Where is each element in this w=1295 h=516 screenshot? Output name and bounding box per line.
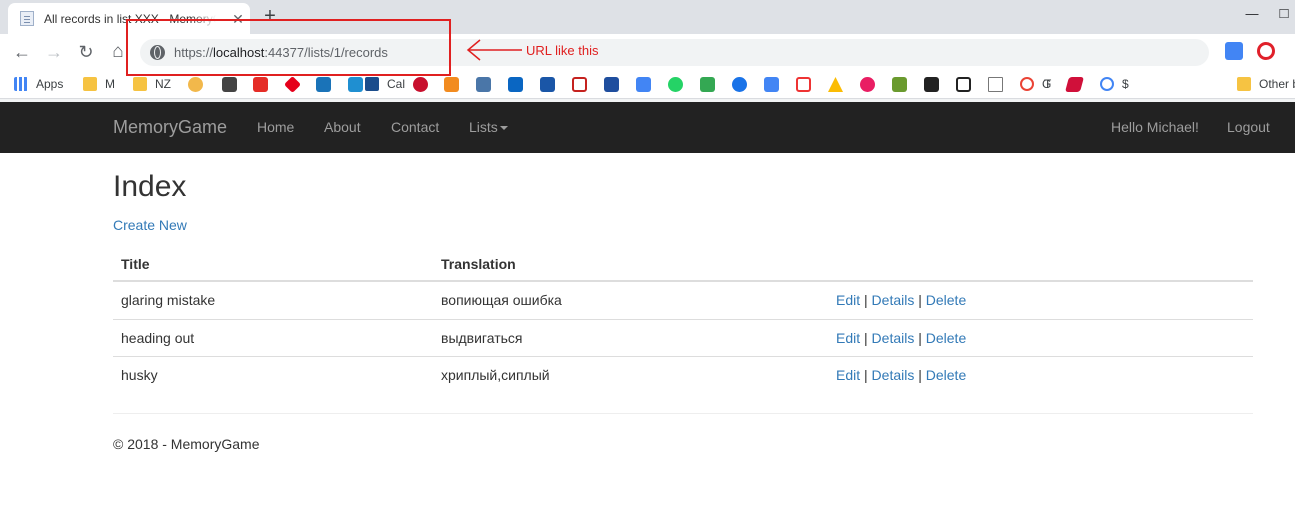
google-icon — [1020, 77, 1034, 91]
bookmark-icon[interactable] — [924, 77, 939, 92]
bookmark-cal[interactable]: Cal — [365, 77, 405, 93]
nav-lists-label: Lists — [469, 119, 498, 135]
caret-down-icon — [499, 126, 508, 131]
table-row: glaring mistake вопиющая ошибка Edit | D… — [113, 282, 1253, 319]
action-separator: | — [864, 292, 868, 308]
annotation-highlight-box — [126, 19, 451, 76]
youtube-icon[interactable] — [253, 77, 268, 92]
table-row: heading out выдвигаться Edit | Details |… — [113, 319, 1253, 356]
cell-title: glaring mistake — [121, 292, 216, 308]
nav-contact-link[interactable]: Contact — [391, 119, 439, 135]
bookmark-icon[interactable] — [222, 77, 237, 92]
cell-translation: выдвигаться — [441, 330, 523, 346]
bookmark-icon[interactable] — [796, 77, 811, 92]
bookmark-icon[interactable] — [860, 77, 875, 92]
action-separator: | — [864, 367, 868, 383]
google-translate-extension-icon[interactable] — [1225, 42, 1243, 60]
minimize-icon[interactable]: — — [1244, 5, 1260, 23]
column-header-translation: Translation — [441, 256, 516, 272]
details-link[interactable]: Details — [872, 367, 915, 383]
annotation-arrow — [466, 39, 522, 61]
bookmark-icon[interactable] — [956, 77, 971, 92]
linkedin-icon[interactable] — [508, 77, 523, 92]
bookmark-icon[interactable] — [540, 77, 555, 92]
bookmark-icon[interactable] — [444, 77, 459, 92]
apps-grid-icon — [14, 77, 28, 91]
folder-icon — [133, 77, 147, 91]
maps-icon[interactable] — [700, 77, 715, 92]
bookmark-g-dollar[interactable]: $ — [1100, 77, 1129, 93]
bookmark-folder-nz[interactable]: NZ — [133, 77, 171, 93]
column-header-title: Title — [121, 256, 150, 272]
bookmark-apps[interactable]: Apps — [14, 77, 63, 93]
docs-icon[interactable] — [764, 77, 779, 92]
bookmark-icon[interactable] — [604, 77, 619, 92]
bookmark-icon[interactable] — [316, 77, 331, 92]
action-separator: | — [918, 367, 922, 383]
nav-about-link[interactable]: About — [324, 119, 361, 135]
delete-link[interactable]: Delete — [926, 367, 966, 383]
table-row: husky хриплый,сиплый Edit | Details | De… — [113, 356, 1253, 393]
maximize-icon[interactable]: □ — [1276, 5, 1292, 23]
translate-icon[interactable] — [636, 77, 651, 92]
table-header-row: Title Translation — [113, 245, 1253, 282]
page-title: Index — [113, 170, 187, 203]
details-link[interactable]: Details — [872, 292, 915, 308]
action-separator: | — [864, 330, 868, 346]
row-actions: Edit | Details | Delete — [836, 292, 966, 308]
account-icon[interactable] — [732, 77, 747, 92]
edit-link[interactable]: Edit — [836, 292, 860, 308]
cal-icon — [365, 77, 379, 91]
forward-icon[interactable]: → — [42, 41, 66, 65]
cell-translation: хриплый,сиплый — [441, 367, 550, 383]
records-table: Title Translation glaring mistake вопиющ… — [113, 245, 1253, 393]
page-favicon-icon — [20, 11, 34, 26]
google-icon — [1100, 77, 1114, 91]
create-new-link[interactable]: Create New — [113, 217, 187, 233]
cell-translation: вопиющая ошибка — [441, 292, 562, 308]
cell-title: heading out — [121, 330, 195, 346]
vk-icon[interactable] — [476, 77, 491, 92]
gmail-icon[interactable] — [572, 77, 587, 92]
reload-icon[interactable]: ↻ — [74, 41, 98, 65]
delete-link[interactable]: Delete — [926, 292, 966, 308]
opera-extension-icon[interactable] — [1257, 42, 1275, 60]
weather-icon[interactable] — [188, 77, 203, 92]
back-icon[interactable]: ← — [10, 41, 34, 65]
bookmark-folder-m[interactable]: M — [83, 77, 115, 93]
edit-link[interactable]: Edit — [836, 367, 860, 383]
whatsapp-icon[interactable] — [668, 77, 683, 92]
bookmark-other[interactable]: Other b — [1237, 77, 1295, 93]
annotation-label: URL like this — [526, 43, 599, 58]
brand-link[interactable]: MemoryGame — [113, 117, 227, 138]
delete-link[interactable]: Delete — [926, 330, 966, 346]
bookmark-t[interactable]: T — [1036, 77, 1051, 93]
action-separator: | — [918, 330, 922, 346]
bookmark-icon[interactable] — [348, 77, 363, 92]
cell-title: husky — [121, 367, 158, 383]
nav-home-link[interactable]: Home — [257, 119, 294, 135]
details-link[interactable]: Details — [872, 330, 915, 346]
logout-link[interactable]: Logout — [1227, 119, 1270, 135]
site-navbar: MemoryGame Home About Contact Lists Hell… — [0, 102, 1295, 153]
folder-icon — [1237, 77, 1251, 91]
nav-lists-dropdown[interactable]: Lists — [469, 119, 508, 135]
action-separator: | — [918, 292, 922, 308]
row-actions: Edit | Details | Delete — [836, 330, 966, 346]
footer-copyright: © 2018 - MemoryGame — [113, 436, 260, 452]
page-icon[interactable] — [988, 77, 1003, 92]
row-actions: Edit | Details | Delete — [836, 367, 966, 383]
bookmark-icon[interactable] — [413, 77, 428, 92]
footer-divider — [113, 413, 1253, 414]
bookmark-icon[interactable] — [892, 77, 907, 92]
greeting-link[interactable]: Hello Michael! — [1111, 119, 1199, 135]
edit-link[interactable]: Edit — [836, 330, 860, 346]
folder-icon — [83, 77, 97, 91]
